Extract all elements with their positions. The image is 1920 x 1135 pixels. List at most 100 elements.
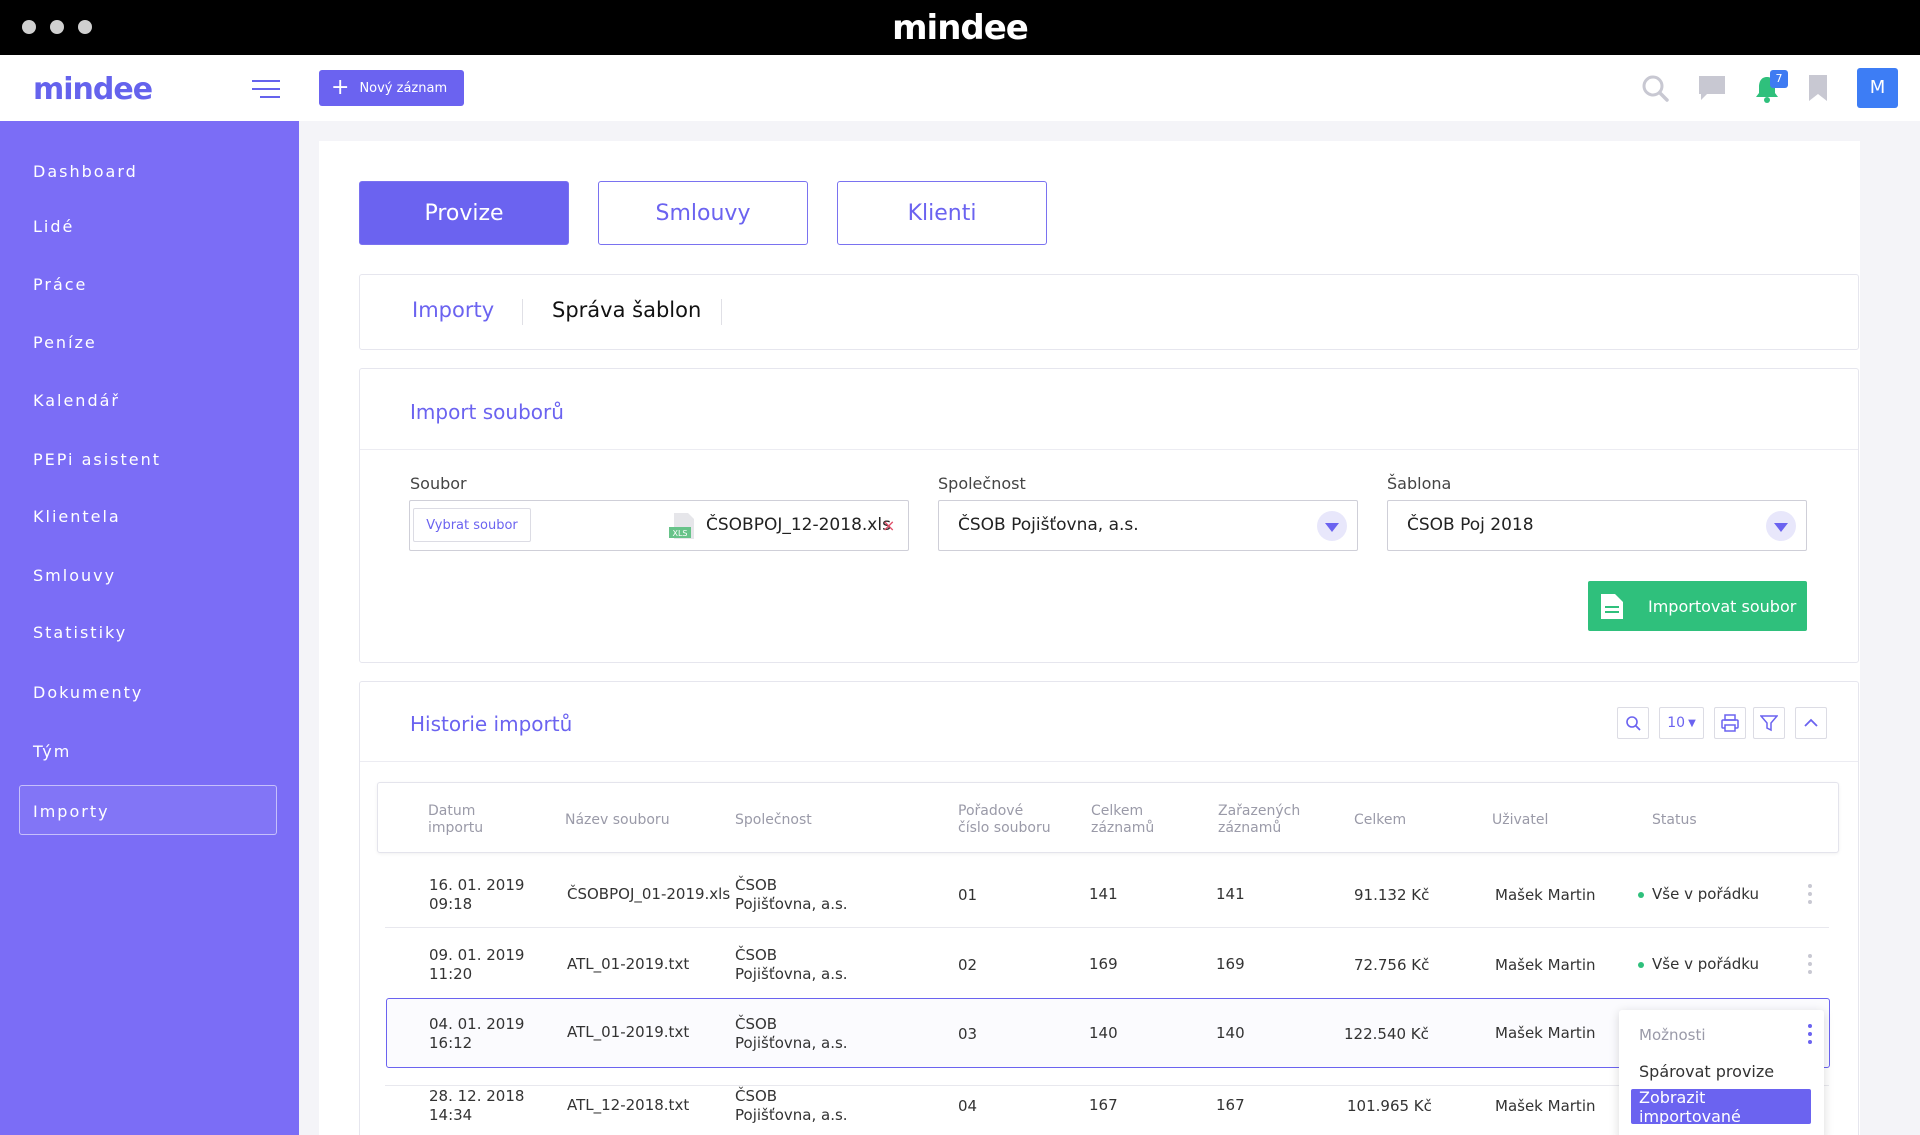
row-4-file[interactable]: ATL_12-2018.txt (567, 1096, 689, 1115)
row-1-more-icon[interactable] (1808, 884, 1812, 908)
print-button[interactable] (1714, 707, 1746, 739)
template-select-value: ČSOB Poj 2018 (1407, 515, 1534, 535)
menu-item-pair-commissions[interactable]: Spárovat provize (1639, 1062, 1774, 1081)
sidebar-item-prace[interactable]: Práce (33, 275, 87, 294)
filter-button[interactable] (1753, 707, 1785, 739)
row-3-file[interactable]: ATL_01-2019.txt (567, 1023, 689, 1042)
plus-icon: + (331, 75, 350, 100)
row-2-status: Vše v pořádku (1652, 955, 1760, 973)
row-3-company: ČSOB Pojišťovna, a.s. (735, 1015, 848, 1052)
row-2-more-icon[interactable] (1808, 954, 1812, 978)
page-size-value: 10 (1667, 715, 1686, 731)
remove-file-icon[interactable]: × (882, 516, 895, 535)
user-avatar[interactable]: M (1857, 68, 1898, 108)
table-search-button[interactable] (1617, 707, 1649, 739)
row-3-amount: 122.540 Kč (1344, 1025, 1429, 1043)
column-header-date[interactable]: Datum importu (428, 803, 483, 837)
column-header-company[interactable]: Společnost (735, 812, 812, 829)
menu-toggle-icon[interactable] (252, 80, 280, 98)
row-4-order: 04 (958, 1097, 978, 1115)
row-1-total: 141 (1089, 885, 1118, 903)
row-2-amount: 72.756 Kč (1354, 956, 1430, 974)
row-3-user: Mašek Martin (1495, 1024, 1596, 1042)
row-2-file[interactable]: ATL_01-2019.txt (567, 955, 689, 974)
collapse-button[interactable] (1795, 707, 1827, 739)
row-4-total: 167 (1089, 1096, 1118, 1114)
xls-badge-text: XLS (672, 529, 687, 538)
sidebar-item-klientela[interactable]: Klientela (33, 507, 121, 526)
column-header-assigned-records[interactable]: Zařazených záznamů (1218, 803, 1300, 837)
xls-file-icon: XLS (669, 513, 694, 539)
column-header-amount[interactable]: Celkem (1354, 812, 1406, 829)
top-bar (299, 55, 1920, 121)
row-1-order: 01 (958, 886, 978, 904)
status-ok-dot (1638, 892, 1644, 898)
column-header-status[interactable]: Status (1652, 812, 1697, 829)
new-record-label: Nový záznam (359, 80, 448, 96)
sidebar-item-dokumenty[interactable]: Dokumenty (33, 683, 143, 702)
row-2-total: 169 (1089, 955, 1118, 973)
column-header-order[interactable]: Pořadové číslo souboru (958, 803, 1051, 837)
row-1-assigned: 141 (1216, 885, 1245, 903)
caret-down-icon: ▼ (1688, 717, 1696, 729)
filter-icon (1760, 715, 1778, 732)
choose-file-button[interactable]: Vybrat soubor (413, 508, 531, 542)
subtab-sprava-sablon[interactable]: Správa šablon (552, 298, 701, 322)
row-1-date: 16. 01. 2019 09:18 (429, 876, 525, 913)
company-select-value: ČSOB Pojišťovna, a.s. (958, 515, 1139, 535)
sidebar-item-dashboard[interactable]: Dashboard (33, 162, 138, 181)
row-divider (385, 1085, 1829, 1086)
sidebar-item-lide[interactable]: Lidé (33, 217, 74, 236)
chat-icon[interactable] (1697, 73, 1727, 103)
row-1-status: Vše v pořádku (1652, 885, 1760, 903)
sidebar-item-kalendar[interactable]: Kalendář (33, 391, 120, 410)
template-label: Šablona (1387, 474, 1452, 493)
row-2-user: Mašek Martin (1495, 956, 1596, 974)
row-2-company: ČSOB Pojišťovna, a.s. (735, 946, 848, 983)
sidebar-item-importy[interactable]: Importy (33, 802, 110, 821)
new-record-button[interactable]: + Nový záznam (319, 70, 464, 106)
row-4-date: 28. 12. 2018 14:34 (429, 1087, 525, 1124)
row-3-more-icon[interactable] (1808, 1024, 1812, 1048)
sidebar-item-pepi-asistent[interactable]: PEPi asistent (33, 450, 161, 469)
column-header-total-records[interactable]: Celkem záznamů (1091, 803, 1154, 837)
import-card-title: Import souborů (410, 400, 564, 424)
search-icon[interactable] (1640, 73, 1670, 103)
menu-item-show-imported[interactable]: Zobrazit importované (1631, 1088, 1811, 1126)
window-title-logo: mindee (892, 8, 1029, 48)
chevron-down-icon[interactable] (1317, 511, 1347, 541)
subtab-divider (522, 299, 523, 325)
search-icon (1626, 716, 1641, 731)
history-card-title: Historie importů (410, 712, 573, 736)
row-divider (385, 927, 1829, 928)
row-3-order: 03 (958, 1025, 978, 1043)
brand-logo[interactable]: mindee (33, 72, 153, 107)
row-2-order: 02 (958, 956, 978, 974)
sidebar-item-penize[interactable]: Peníze (33, 333, 97, 352)
row-4-user: Mašek Martin (1495, 1097, 1596, 1115)
bookmark-icon[interactable] (1803, 73, 1833, 103)
tab-klienti[interactable]: Klienti (837, 181, 1047, 245)
column-header-filename[interactable]: Název souboru (565, 812, 670, 829)
chevron-down-icon[interactable] (1766, 511, 1796, 541)
sidebar-item-tym[interactable]: Tým (33, 742, 71, 761)
column-header-user[interactable]: Uživatel (1492, 812, 1548, 829)
tab-smlouvy[interactable]: Smlouvy (598, 181, 808, 245)
row-1-company: ČSOB Pojišťovna, a.s. (735, 876, 848, 913)
row-2-date: 09. 01. 2019 11:20 (429, 946, 525, 983)
notification-badge: 7 (1770, 70, 1788, 88)
tab-provize[interactable]: Provize (359, 181, 569, 245)
row-1-file[interactable]: ČSOBPOJ_01-2019.xls (567, 885, 730, 904)
sidebar-item-statistiky[interactable]: Statistiky (33, 623, 127, 642)
status-ok-dot (1638, 962, 1644, 968)
company-label: Společnost (938, 474, 1026, 493)
sidebar-item-smlouvy[interactable]: Smlouvy (33, 566, 116, 585)
import-file-label: Importovat soubor (1648, 596, 1797, 616)
options-menu-title: Možnosti (1639, 1026, 1706, 1044)
row-4-assigned: 167 (1216, 1096, 1245, 1114)
row-3-date: 04. 01. 2019 16:12 (429, 1015, 525, 1052)
page-size-select[interactable]: 10 ▼ (1659, 707, 1704, 739)
row-4-company: ČSOB Pojišťovna, a.s. (735, 1087, 848, 1124)
subtab-importy[interactable]: Importy (412, 298, 494, 322)
history-card-divider (360, 761, 1858, 762)
